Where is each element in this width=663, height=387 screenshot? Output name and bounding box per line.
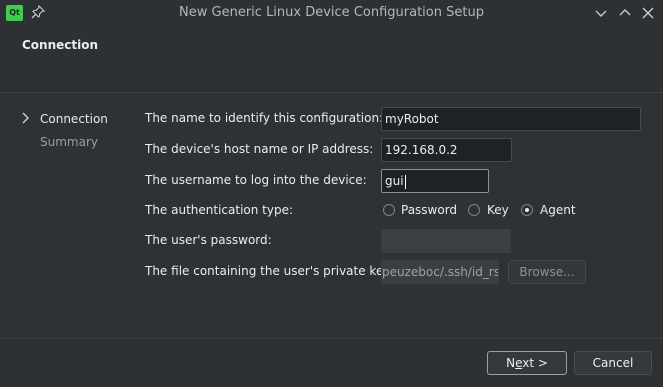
host-input[interactable]: 192.168.0.2 bbox=[381, 138, 512, 162]
cancel-button[interactable]: Cancel bbox=[574, 351, 652, 375]
auth-password-label[interactable]: Password bbox=[401, 203, 457, 217]
next-label-suffix: xt > bbox=[522, 356, 548, 370]
window-title: New Generic Linux Device Configuration S… bbox=[179, 5, 484, 20]
username-label: The username to log into the device: bbox=[145, 173, 367, 187]
chevron-right-icon bbox=[22, 112, 29, 124]
host-value: 192.168.0.2 bbox=[385, 143, 458, 157]
next-label-prefix: N bbox=[506, 356, 516, 370]
maximize-icon[interactable] bbox=[617, 5, 633, 21]
wizard-header: Connection bbox=[0, 26, 663, 93]
auth-agent-label[interactable]: Agent bbox=[540, 203, 576, 217]
password-input[interactable] bbox=[381, 229, 511, 253]
name-input[interactable]: myRobot bbox=[381, 107, 641, 131]
next-button[interactable]: Next > bbox=[487, 351, 567, 375]
auth-key-radio[interactable] bbox=[468, 204, 480, 216]
page-title: Connection bbox=[22, 38, 99, 52]
auth-password-radio[interactable] bbox=[383, 204, 395, 216]
text-caret bbox=[404, 174, 406, 189]
close-icon[interactable] bbox=[640, 5, 656, 21]
keyfile-value: peuzeboc/.ssh/id_rsa bbox=[382, 265, 499, 279]
auth-agent-radio[interactable] bbox=[521, 204, 533, 216]
auth-key-label[interactable]: Key bbox=[487, 203, 509, 217]
browse-button[interactable]: Browse... bbox=[508, 260, 586, 284]
title-bar: Qt New Generic Linux Device Configuratio… bbox=[0, 0, 663, 26]
step-connection: Connection bbox=[40, 112, 108, 126]
password-label: The user's password: bbox=[145, 233, 272, 247]
auth-type-label: The authentication type: bbox=[145, 203, 294, 217]
step-summary: Summary bbox=[40, 135, 98, 149]
keyfile-label: The file containing the user's private k… bbox=[145, 264, 394, 278]
host-label: The device's host name or IP address: bbox=[145, 142, 374, 156]
name-value: myRobot bbox=[385, 112, 439, 126]
username-value: gui bbox=[385, 174, 404, 188]
username-input[interactable]: gui bbox=[381, 169, 489, 193]
minimize-icon[interactable] bbox=[593, 5, 609, 21]
keyfile-input[interactable]: peuzeboc/.ssh/id_rsa bbox=[381, 260, 499, 284]
name-label: The name to identify this configuration: bbox=[145, 111, 384, 125]
